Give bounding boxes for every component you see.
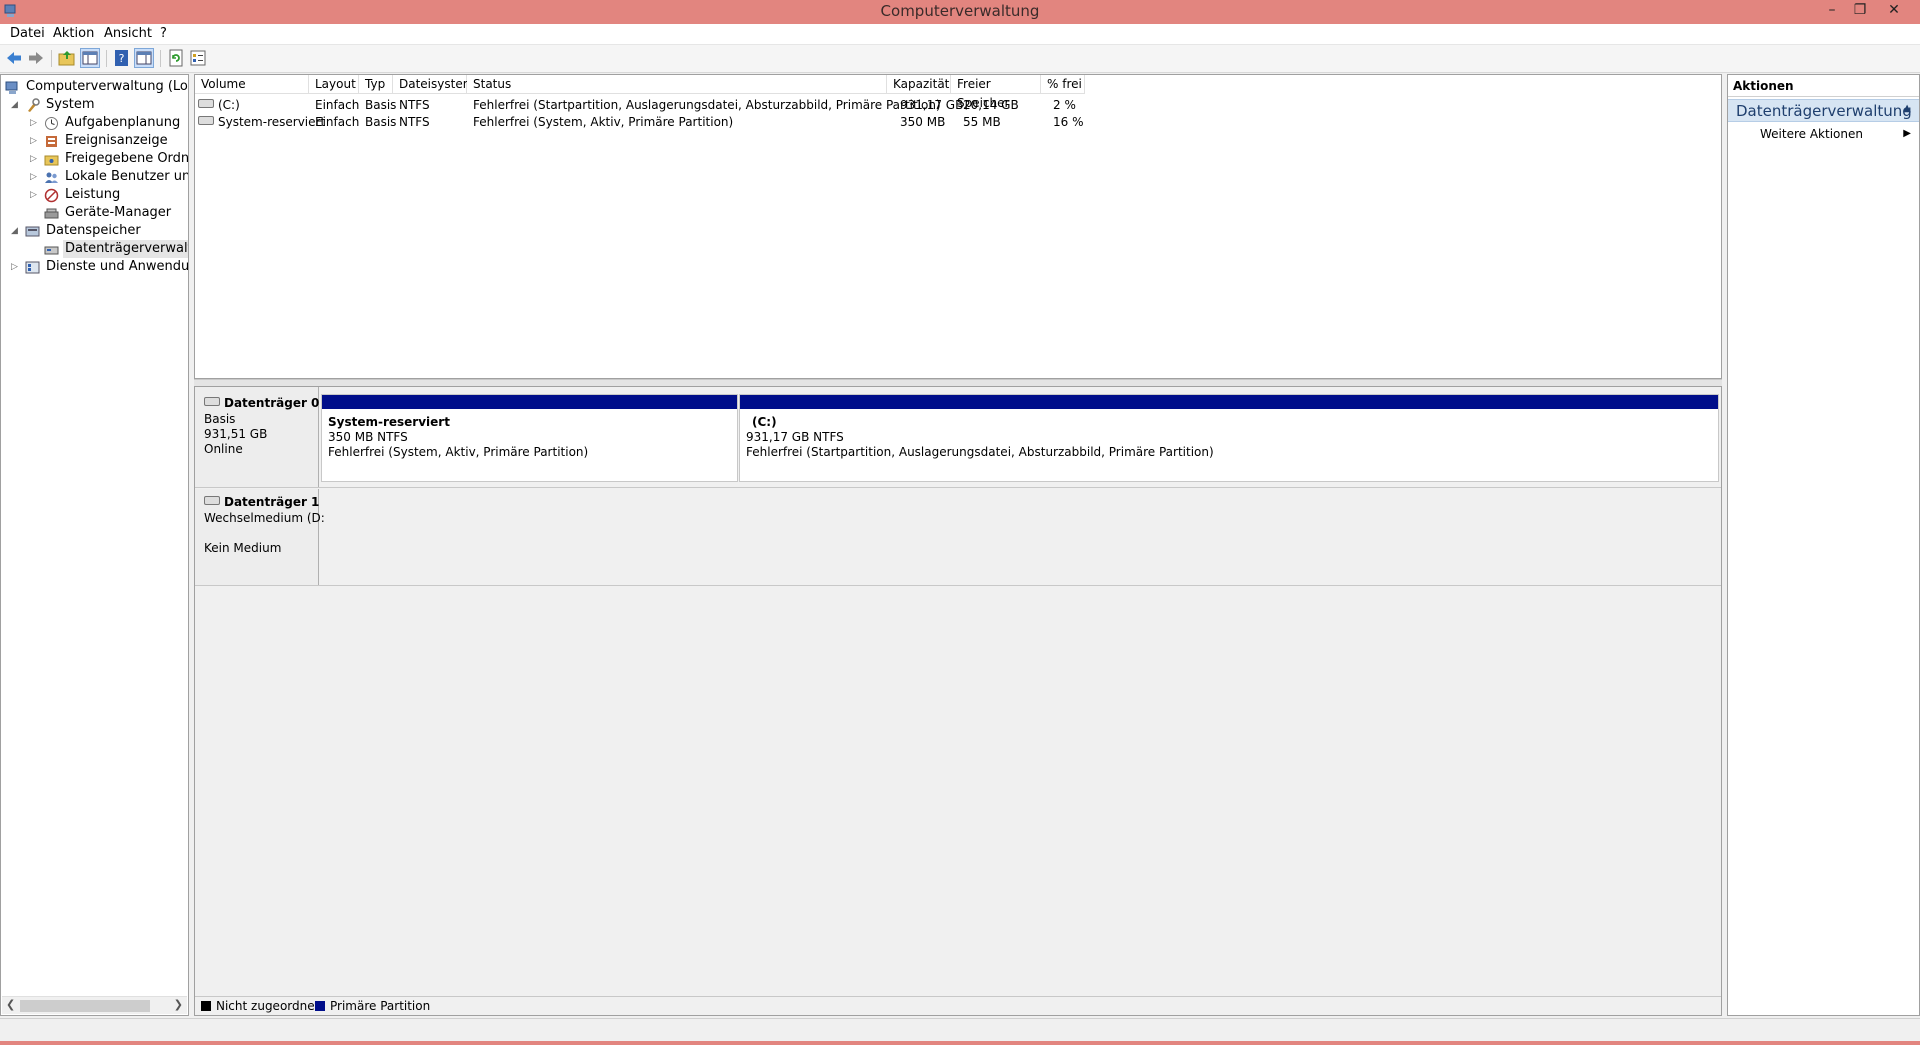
minimize-button[interactable]: – (1818, 0, 1846, 20)
legend-unallocated-label: Nicht zugeordnet (216, 999, 320, 1013)
computer-management-icon (5, 81, 18, 94)
expand-arrow-icon[interactable]: ▷ (30, 150, 40, 168)
removable-drive-icon (204, 496, 220, 505)
collapse-triangle-icon[interactable]: ▲ (1903, 103, 1911, 114)
drive-icon (198, 116, 214, 125)
tree-horizontal-scrollbar[interactable]: ❮ ❯ (2, 996, 187, 1014)
column-header-dateisystem[interactable]: Dateisystem (393, 75, 474, 94)
actions-group-datentraegerverwaltung[interactable]: Datenträgerverwaltung ▲ (1728, 99, 1919, 122)
window-title: Computerverwaltung (880, 2, 1040, 20)
submenu-arrow-icon[interactable]: ▶ (1903, 128, 1911, 139)
expand-arrow-icon[interactable]: ▷ (30, 186, 40, 204)
actions-pane: Aktionen Datenträgerverwaltung ▲ Weitere… (1727, 74, 1920, 1016)
legend-unallocated-swatch (201, 1001, 211, 1011)
expand-arrow-icon[interactable]: ▷ (30, 114, 40, 132)
navigation-tree: Computerverwaltung (Lokal) ◢ System ▷ Au… (0, 74, 189, 1016)
scrollbar-thumb[interactable] (20, 1000, 150, 1012)
disk-1-label[interactable]: Datenträger 1 Wechselmedium (D: Kein Med… (195, 489, 325, 585)
taskbar-strip (0, 1041, 1920, 1045)
storage-icon (25, 226, 40, 237)
column-header-layout[interactable]: Layout (309, 75, 359, 94)
disk-icon (204, 397, 220, 406)
refresh-icon[interactable] (166, 48, 186, 68)
restore-button[interactable]: ❐ (1846, 0, 1874, 20)
partition-c[interactable]: (C:) 931,17 GB NTFS Fehlerfrei (Startpar… (739, 394, 1719, 482)
back-icon[interactable] (4, 48, 24, 68)
primary-partition-bar (740, 395, 1718, 409)
toolbar: ? (0, 45, 1920, 73)
menu-ansicht[interactable]: Ansicht (104, 26, 152, 41)
column-header-typ[interactable]: Typ (359, 75, 393, 94)
column-header-prozent-frei[interactable]: % frei (1041, 75, 1085, 94)
disk-0-label[interactable]: Datenträger 0 Basis 931,51 GB Online (195, 387, 319, 487)
disk-management-icon (44, 246, 59, 255)
collapse-arrow-icon[interactable]: ◢ (11, 96, 21, 114)
expand-arrow-icon[interactable]: ▷ (30, 132, 40, 150)
primary-partition-bar (322, 395, 737, 409)
column-header-kapazitaet[interactable]: Kapazität (887, 75, 951, 94)
legend-primary-label: Primäre Partition (330, 999, 431, 1013)
svg-text:?: ? (119, 52, 125, 65)
up-folder-icon[interactable] (57, 48, 77, 68)
pane-splitter[interactable] (194, 379, 1722, 386)
column-header-freier-speicher[interactable]: Freier Speicher (951, 75, 1041, 110)
task-scheduler-icon (45, 117, 58, 130)
users-icon (45, 172, 58, 183)
disk-map: Datenträger 0 Basis 931,51 GB Online Sys… (194, 386, 1722, 1016)
column-header-status[interactable]: Status (467, 75, 887, 94)
menu-datei[interactable]: Datei (10, 26, 45, 41)
services-icon (25, 261, 40, 274)
system-tools-icon (28, 98, 40, 112)
scroll-right-icon[interactable]: ❯ (174, 998, 183, 1011)
expand-arrow-icon[interactable]: ▷ (30, 168, 40, 186)
scroll-left-icon[interactable]: ❮ (6, 998, 15, 1011)
status-bar (0, 1018, 1920, 1045)
column-header-volume[interactable]: Volume (195, 75, 309, 94)
performance-icon (44, 188, 59, 203)
show-hide-tree-icon[interactable] (80, 48, 100, 68)
menu-aktion[interactable]: Aktion (53, 26, 94, 41)
shared-folder-icon (44, 155, 59, 166)
show-hide-action-pane-icon[interactable] (134, 48, 154, 68)
properties-icon[interactable] (188, 48, 208, 68)
collapse-arrow-icon[interactable]: ◢ (11, 222, 21, 240)
volume-list: Volume Layout Typ Dateisystem Status Kap… (194, 74, 1722, 379)
legend-primary-swatch (315, 1001, 325, 1011)
legend: Nicht zugeordnet Primäre Partition (195, 996, 1721, 1015)
menu-bar: Datei Aktion Ansicht ? (0, 24, 1920, 45)
title-bar: Computerverwaltung – ❐ ✕ (0, 0, 1920, 24)
device-manager-icon (44, 208, 59, 219)
close-button[interactable]: ✕ (1880, 0, 1908, 20)
drive-icon (198, 99, 214, 108)
forward-icon[interactable] (26, 48, 46, 68)
event-viewer-icon (46, 136, 57, 147)
partition-system-reserviert[interactable]: System-reserviert 350 MB NTFS Fehlerfrei… (321, 394, 738, 482)
help-icon[interactable]: ? (112, 48, 132, 68)
menu-help[interactable]: ? (160, 26, 167, 41)
expand-arrow-icon[interactable]: ▷ (11, 258, 21, 276)
actions-header: Aktionen (1728, 75, 1919, 97)
action-weitere-aktionen[interactable]: Weitere Aktionen (1760, 127, 1863, 141)
